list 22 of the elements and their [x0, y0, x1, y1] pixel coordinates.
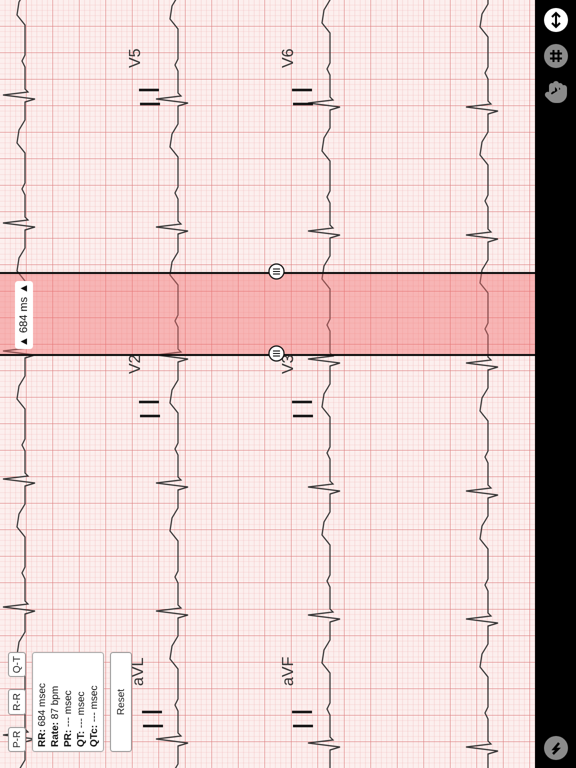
result-line: QT: --- msec: [74, 690, 88, 747]
tool-button[interactable]: [542, 6, 570, 34]
mode-button[interactable]: P-R: [8, 726, 26, 752]
mode-button[interactable]: R-R: [8, 689, 26, 715]
lead-label: aVF: [280, 656, 297, 686]
result-line: Rate: 87 bpm: [48, 684, 62, 747]
reset-button[interactable]: Reset: [110, 652, 132, 752]
lead-label: V5: [127, 48, 144, 68]
mode-button[interactable]: Q-T: [8, 652, 26, 678]
result-line: PR: --- msec: [62, 689, 74, 747]
grid-icon: [542, 43, 568, 69]
tool-button[interactable]: [542, 42, 570, 70]
result-line: RR: 684 msec: [36, 682, 48, 747]
result-line: QTc: --- msec: [88, 684, 100, 747]
lead-label: aVL: [130, 658, 147, 686]
measurement-band[interactable]: [0, 272, 535, 356]
drag-handle-icon[interactable]: [268, 263, 285, 280]
lead-label: V6: [280, 48, 297, 68]
lead-label: V2: [127, 354, 144, 374]
hand-icon: [544, 80, 568, 104]
interval-reading: ▲ 684 ms ▲: [15, 281, 33, 349]
lead-label: V3: [280, 354, 297, 374]
